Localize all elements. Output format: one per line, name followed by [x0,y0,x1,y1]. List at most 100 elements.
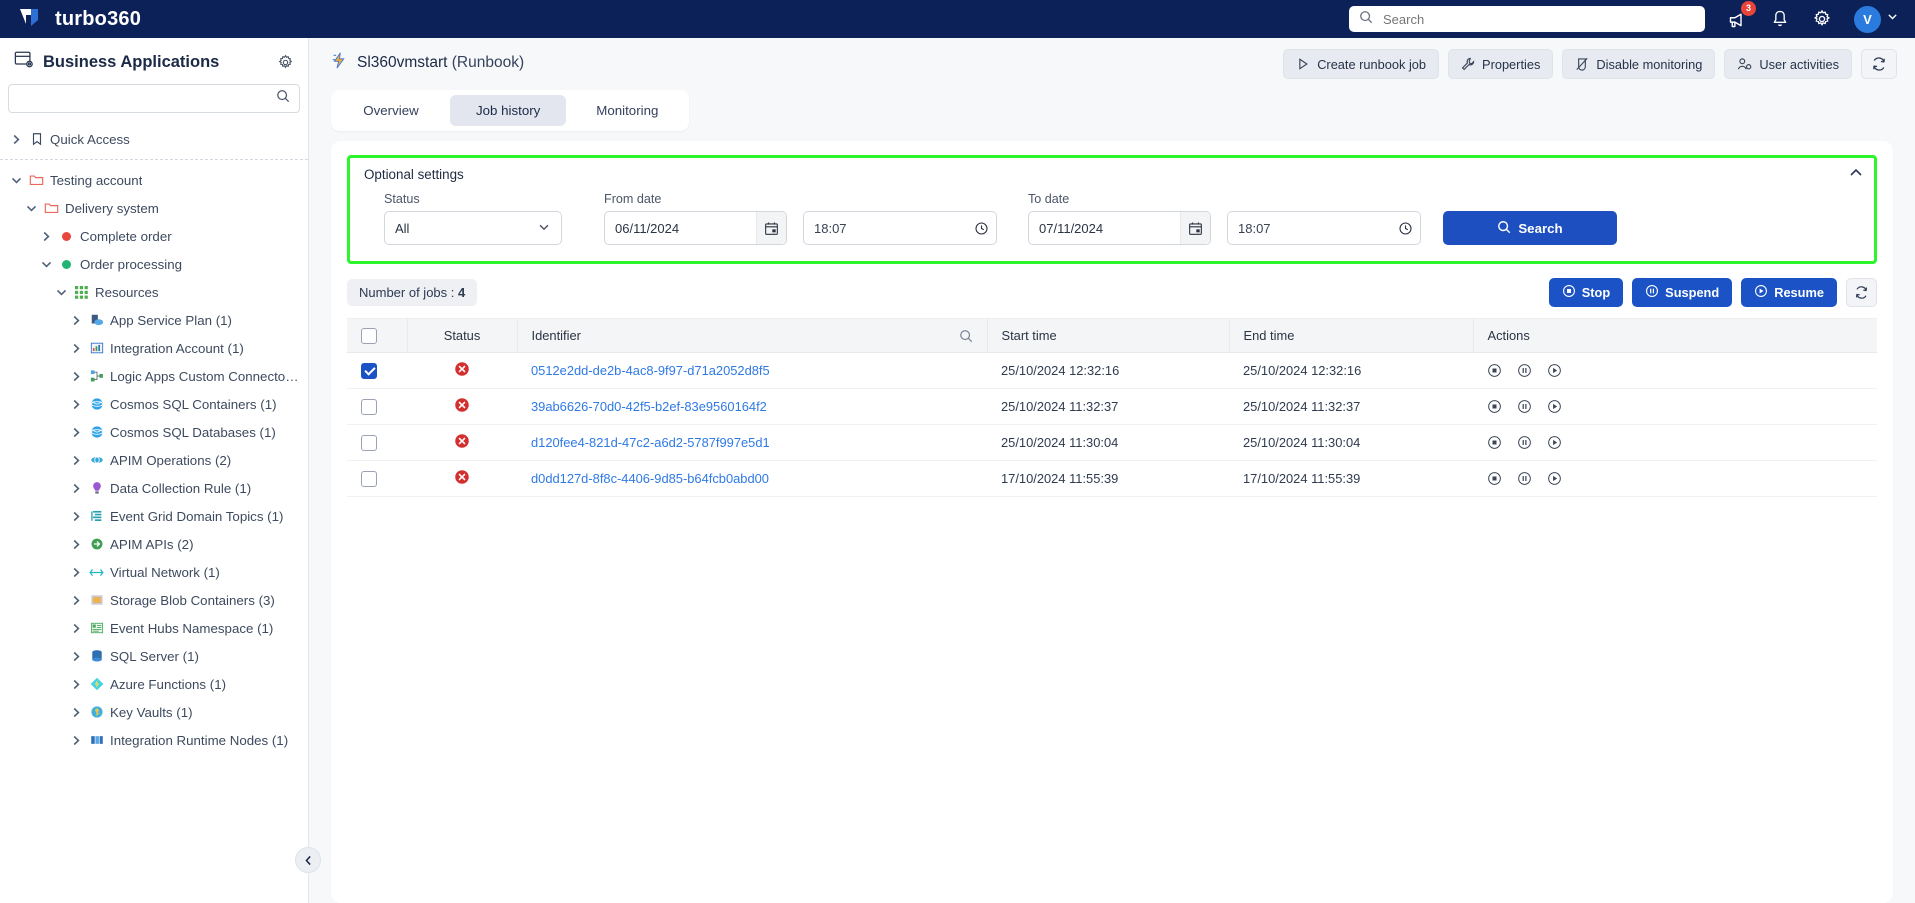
chevron-right-icon[interactable] [70,454,83,467]
sidebar-item-azure-functions-1[interactable]: Azure Functions (1) [0,670,308,698]
chevron-right-icon[interactable] [70,426,83,439]
user-activities-button[interactable]: User activities [1724,49,1852,79]
user-menu[interactable]: V [1854,5,1899,33]
settings-button[interactable] [1812,9,1832,29]
brand[interactable]: turbo360 [18,7,141,31]
global-search[interactable] [1349,6,1705,32]
sidebar-item-complete-order[interactable]: Complete order [0,222,308,250]
select-all-checkbox[interactable] [361,327,377,344]
row-resume-icon[interactable] [1547,399,1562,414]
row-resume-icon[interactable] [1547,435,1562,450]
sidebar-item-apim-apis-2[interactable]: APIM APIs (2) [0,530,308,558]
sidebar-item-app-service-plan-1[interactable]: App Service Plan (1) [0,306,308,334]
chevron-right-icon[interactable] [10,133,23,146]
chevron-down-icon[interactable] [55,286,68,299]
chevron-right-icon[interactable] [70,678,83,691]
properties-button[interactable]: Properties [1448,49,1554,79]
chevron-right-icon[interactable] [70,734,83,747]
tab-job-history[interactable]: Job history [450,95,567,126]
sidebar-item-data-collection-rule-1[interactable]: Data Collection Rule (1) [0,474,308,502]
chevron-right-icon[interactable] [70,538,83,551]
row-checkbox[interactable] [361,362,377,379]
sidebar-item-cosmos-sql-databases-1[interactable]: Cosmos SQL Databases (1) [0,418,308,446]
search-input[interactable] [1381,10,1695,28]
row-checkbox[interactable] [361,470,377,487]
optional-settings-collapse-icon[interactable] [1848,165,1864,181]
search-button[interactable]: Search [1443,211,1617,245]
row-resume-icon[interactable] [1547,471,1562,486]
from-date-input[interactable]: 06/11/2024 [604,211,787,245]
identifier-filter-search-icon[interactable] [959,329,973,343]
job-identifier-link[interactable]: 0512e2dd-de2b-4ac8-9f97-d71a2052d8f5 [531,363,770,378]
sidebar-item-virtual-network-1[interactable]: Virtual Network (1) [0,558,308,586]
sidebar-item-integration-account-1[interactable]: Integration Account (1) [0,334,308,362]
sidebar-item-event-grid-domain-topics-1[interactable]: Event Grid Domain Topics (1) [0,502,308,530]
to-time-input[interactable]: 18:07 [1227,211,1421,245]
sidebar-item-cosmos-sql-containers-1[interactable]: Cosmos SQL Containers (1) [0,390,308,418]
sidebar-collapse-button[interactable] [295,847,321,873]
sidebar-item-testing-account[interactable]: Testing account [0,166,308,194]
sidebar-item-integration-runtime-nodes-1[interactable]: Integration Runtime Nodes (1) [0,726,308,754]
tab-overview[interactable]: Overview [336,95,446,126]
announcements-button[interactable]: 3 [1727,0,1756,30]
search-icon[interactable] [276,89,290,108]
row-suspend-icon[interactable] [1517,363,1532,378]
resume-button[interactable]: Resume [1741,278,1837,307]
row-suspend-icon[interactable] [1517,435,1532,450]
notifications-button[interactable] [1770,9,1790,29]
to-date-input[interactable]: 07/11/2024 [1028,211,1211,245]
chevron-right-icon[interactable] [70,566,83,579]
tab-monitoring[interactable]: Monitoring [570,95,684,126]
sidebar-item-order-processing[interactable]: Order processing [0,250,308,278]
refresh-jobs-button[interactable] [1846,278,1877,307]
job-identifier-link[interactable]: d120fee4-821d-47c2-a6d2-5787f997e5d1 [531,435,770,450]
sidebar-item-logic-apps-custom-connector-1[interactable]: Logic Apps Custom Connector (1) [0,362,308,390]
sidebar-item-resources[interactable]: Resources [0,278,308,306]
sidebar-item-storage-blob-containers-3[interactable]: Storage Blob Containers (3) [0,586,308,614]
chevron-down-icon[interactable] [40,258,53,271]
chevron-right-icon[interactable] [70,314,83,327]
sidebar-item-sql-server-1[interactable]: SQL Server (1) [0,642,308,670]
calendar-icon[interactable] [1180,212,1210,244]
chevron-right-icon[interactable] [70,706,83,719]
status-select[interactable]: All [384,211,562,245]
from-time-input[interactable]: 18:07 [803,211,997,245]
chevron-right-icon[interactable] [40,230,53,243]
chevron-right-icon[interactable] [70,482,83,495]
suspend-button[interactable]: Suspend [1632,278,1733,307]
job-identifier-link[interactable]: 39ab6626-70d0-42f5-b2ef-83e9560164f2 [531,399,767,414]
chevron-right-icon[interactable] [70,622,83,635]
sidebar-search-input[interactable] [18,90,276,107]
chevron-right-icon[interactable] [70,650,83,663]
sidebar-item-key-vaults-1[interactable]: Key Vaults (1) [0,698,308,726]
chevron-right-icon[interactable] [70,342,83,355]
stop-button[interactable]: Stop [1548,278,1624,307]
row-stop-icon[interactable] [1487,435,1502,450]
row-suspend-icon[interactable] [1517,399,1532,414]
sidebar-item-quick-access[interactable]: Quick Access [0,125,308,153]
row-checkbox[interactable] [361,398,377,415]
row-stop-icon[interactable] [1487,471,1502,486]
chevron-down-icon[interactable] [10,174,23,187]
sidebar-item-event-hubs-namespace-1[interactable]: Event Hubs Namespace (1) [0,614,308,642]
chevron-right-icon[interactable] [70,510,83,523]
chevron-right-icon[interactable] [70,594,83,607]
create-runbook-job-button[interactable]: Create runbook job [1283,49,1440,79]
sidebar-settings-gear-icon[interactable] [277,54,294,71]
row-stop-icon[interactable] [1487,363,1502,378]
chevron-right-icon[interactable] [70,370,83,383]
row-stop-icon[interactable] [1487,399,1502,414]
disable-monitoring-button[interactable]: Disable monitoring [1562,49,1716,79]
chevron-right-icon[interactable] [70,398,83,411]
row-checkbox[interactable] [361,434,377,451]
clock-icon[interactable] [966,221,996,236]
sidebar-item-delivery-system[interactable]: Delivery system [0,194,308,222]
refresh-page-button[interactable] [1861,49,1897,79]
row-suspend-icon[interactable] [1517,471,1532,486]
clock-icon[interactable] [1390,221,1420,236]
sidebar-search[interactable] [8,84,300,113]
row-resume-icon[interactable] [1547,363,1562,378]
chevron-down-icon[interactable] [25,202,38,215]
calendar-icon[interactable] [756,212,786,244]
sidebar-item-apim-operations-2[interactable]: APIM Operations (2) [0,446,308,474]
